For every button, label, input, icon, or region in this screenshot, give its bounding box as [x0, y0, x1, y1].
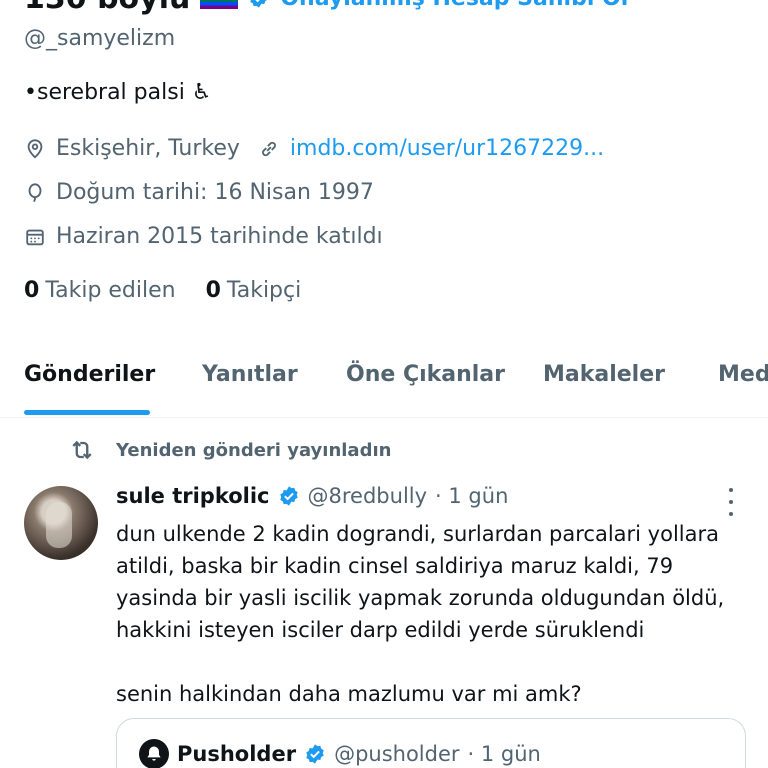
- quoted-author-avatar: [139, 739, 169, 768]
- quoted-author-handle[interactable]: @pusholder: [334, 742, 459, 766]
- tab-articles[interactable]: Makaleler: [543, 362, 665, 387]
- tab-replies[interactable]: Yanıtlar: [202, 362, 298, 387]
- repost-label: Yeniden gönderi yayınladın: [116, 439, 392, 461]
- following-label: Takip edilen: [45, 278, 176, 303]
- quoted-tweet-card[interactable]: Pusholder @pusholder · 1 gün: [116, 718, 746, 768]
- following-link[interactable]: 0 Takip edilen: [24, 278, 176, 303]
- profile-name: 130 boylu: [24, 0, 190, 16]
- location-website-row: Eskişehir, Turkey imdb.com/user/ur126722…: [24, 136, 604, 161]
- repost-indicator: Yeniden gönderi yayınladın: [68, 436, 391, 464]
- followers-label: Takipçi: [226, 278, 302, 303]
- verified-badge-icon[interactable]: [248, 0, 270, 9]
- profile-website-link[interactable]: imdb.com/user/ur1267229...: [290, 136, 604, 161]
- tab-media[interactable]: Med: [718, 362, 768, 387]
- profile-joined: Haziran 2015 tarihinde katıldı: [56, 224, 383, 249]
- bell-icon: [147, 746, 161, 761]
- profile-bio: •serebral palsi ♿: [24, 80, 212, 105]
- profile-handle: @_samyelizm: [24, 26, 176, 51]
- follow-counts: 0 Takip edilen 0 Takipçi: [24, 278, 301, 303]
- birthday-row: Doğum tarihi: 16 Nisan 1997: [24, 180, 374, 205]
- link-icon: [261, 141, 276, 156]
- tab-highlights[interactable]: Öne Çıkanlar: [346, 362, 505, 387]
- rainbow-flag-icon: [200, 0, 239, 9]
- profile-birthday: Doğum tarihi: 16 Nisan 1997: [56, 180, 374, 205]
- quoted-tweet-header: Pusholder @pusholder · 1 gün: [139, 739, 541, 768]
- tweet-paragraph-2: senin halkindan daha mazlumu var mi amk?: [116, 682, 582, 706]
- profile-location: Eskişehir, Turkey: [56, 136, 240, 161]
- profile-name-row: 130 boylu Onaylanmış Hesap Sahibi Ol: [24, 0, 628, 18]
- joined-row: Haziran 2015 tarihinde katıldı: [24, 224, 383, 249]
- followers-link[interactable]: 0 Takipçi: [206, 278, 302, 303]
- tweet-time[interactable]: · 1 gün: [435, 484, 508, 508]
- get-verified-link[interactable]: Onaylanmış Hesap Sahibi Ol: [280, 0, 628, 11]
- quoted-author-name[interactable]: Pusholder: [177, 742, 296, 766]
- location-pin-icon: [27, 138, 43, 158]
- tweet-text: dun ulkende 2 kadin dograndi, surlardan …: [116, 518, 736, 710]
- balloon-icon: [28, 182, 42, 202]
- active-tab-indicator: [24, 410, 150, 415]
- quoted-tweet-time[interactable]: · 1 gün: [468, 742, 541, 766]
- author-name[interactable]: sule tripkolic: [116, 484, 270, 508]
- repost-icon: [72, 440, 92, 460]
- verified-badge-icon: [306, 744, 324, 764]
- calendar-icon: [26, 229, 44, 245]
- tweet-paragraph-1: dun ulkende 2 kadin dograndi, surlardan …: [116, 522, 725, 642]
- verified-badge-icon: [279, 486, 298, 506]
- more-options-icon[interactable]: [722, 488, 740, 516]
- profile-tabs: Gönderiler Yanıtlar Öne Çıkanlar Makalel…: [0, 340, 768, 418]
- author-handle[interactable]: @8redbully: [308, 484, 428, 508]
- author-avatar[interactable]: [24, 486, 98, 560]
- followers-count: 0: [205, 278, 221, 303]
- tweet-header: sule tripkolic @8redbully · 1 gün: [116, 484, 508, 508]
- following-count: 0: [24, 278, 40, 303]
- tab-posts[interactable]: Gönderiler: [24, 362, 155, 387]
